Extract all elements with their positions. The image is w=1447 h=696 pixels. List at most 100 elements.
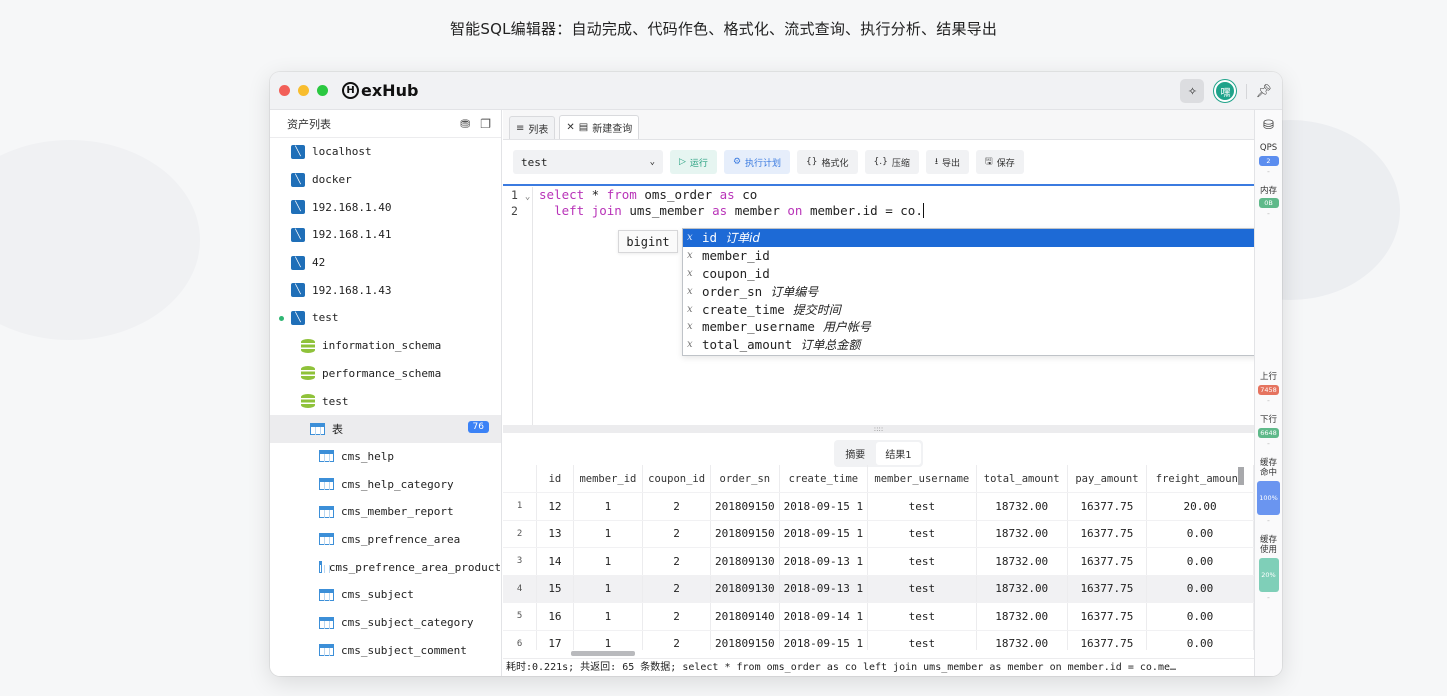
table-cell[interactable]: 2018-09-13 1: [779, 547, 869, 576]
sql-editor[interactable]: 1 ⌄ 2 select * from oms_order as co left…: [503, 187, 1276, 427]
column-header[interactable]: order_sn: [710, 465, 780, 493]
table-cell[interactable]: 16377.75: [1067, 575, 1148, 603]
table-row[interactable]: 2 13 1 2 201809150 2018-09-15 1 test 18732.00 16…: [503, 520, 1254, 548]
table-cell[interactable]: 16377.75: [1067, 520, 1148, 548]
tab-new-query[interactable]: ✕ ▤ 新建查询: [559, 115, 640, 139]
table-cell[interactable]: 18732.00: [976, 520, 1068, 548]
table-cell[interactable]: test: [867, 547, 977, 576]
table-cell[interactable]: 17: [536, 630, 574, 650]
table-cell[interactable]: 1: [573, 547, 644, 576]
table-cell[interactable]: 20.00: [1146, 492, 1254, 521]
table-item[interactable]: cms_help: [270, 443, 501, 471]
add-database-icon[interactable]: ⛃: [460, 117, 470, 131]
code-area[interactable]: select * from oms_order as co left join …: [539, 187, 924, 219]
table-item[interactable]: cms_prefrence_area_product: [270, 553, 501, 581]
database-item[interactable]: test: [270, 387, 501, 415]
table-cell[interactable]: 16377.75: [1067, 492, 1148, 521]
close-window-button[interactable]: [279, 85, 290, 96]
table-cell[interactable]: 18732.00: [976, 492, 1068, 521]
table-item[interactable]: cms_subject: [270, 581, 501, 609]
column-header[interactable]: coupon_id: [642, 465, 711, 493]
column-header[interactable]: member_username: [867, 465, 977, 493]
table-cell[interactable]: 16377.75: [1067, 630, 1148, 650]
autocomplete-item[interactable]: x member_username 用户帐号: [683, 318, 1275, 336]
connection-item[interactable]: ╲ 42: [270, 249, 501, 277]
table-cell[interactable]: 2: [642, 602, 711, 631]
table-cell[interactable]: 2: [642, 520, 711, 548]
table-cell[interactable]: 2018-09-15 1: [779, 630, 869, 650]
table-cell[interactable]: 16377.75: [1067, 602, 1148, 631]
database-item[interactable]: performance_schema: [270, 360, 501, 388]
table-cell[interactable]: test: [867, 520, 977, 548]
table-item[interactable]: cms_help_category: [270, 470, 501, 498]
connection-item[interactable]: ╲ 192.168.1.40: [270, 193, 501, 221]
table-cell[interactable]: 2018-09-15 1: [779, 492, 869, 521]
fold-icon[interactable]: ⌄: [525, 192, 530, 202]
format-button[interactable]: {} 格式化: [797, 150, 858, 174]
table-cell[interactable]: 1: [573, 575, 644, 603]
close-tab-icon[interactable]: ✕: [566, 122, 574, 133]
autocomplete-item[interactable]: x member_id: [683, 247, 1275, 265]
connection-item[interactable]: ╲ docker: [270, 166, 501, 194]
table-cell[interactable]: 14: [536, 547, 574, 576]
tab-summary[interactable]: 摘要: [836, 442, 874, 465]
table-cell[interactable]: 201809140: [710, 602, 780, 631]
connection-item[interactable]: ╲ localhost: [270, 138, 501, 166]
table-cell[interactable]: 2: [642, 630, 711, 650]
table-cell[interactable]: 18732.00: [976, 547, 1068, 576]
autocomplete-item[interactable]: x create_time 提交时间: [683, 300, 1275, 318]
tab-result-1[interactable]: 结果1: [876, 442, 921, 465]
table-item[interactable]: cms_subject_category: [270, 609, 501, 637]
table-item[interactable]: cms_prefrence_area: [270, 526, 501, 554]
table-cell[interactable]: 16377.75: [1067, 547, 1148, 576]
table-cell[interactable]: 1: [573, 520, 644, 548]
table-cell[interactable]: test: [867, 630, 977, 650]
connection-item[interactable]: ╲ 192.168.1.41: [270, 221, 501, 249]
table-cell[interactable]: 15: [536, 575, 574, 603]
table-item[interactable]: cms_subject_comment: [270, 636, 501, 664]
table-cell[interactable]: 1: [573, 602, 644, 631]
table-cell[interactable]: 18732.00: [976, 630, 1068, 650]
table-cell[interactable]: 2018-09-15 1: [779, 520, 869, 548]
minimize-window-button[interactable]: [298, 85, 309, 96]
table-cell[interactable]: 2018-09-13 1: [779, 575, 869, 603]
scrollbar[interactable]: [571, 651, 635, 656]
table-group-item[interactable]: 表 76: [270, 414, 501, 443]
autocomplete-item[interactable]: x coupon_id: [683, 265, 1275, 283]
autocomplete-item[interactable]: x order_sn 订单编号: [683, 282, 1275, 300]
table-cell[interactable]: 18732.00: [976, 602, 1068, 631]
table-row[interactable]: 5 16 1 2 201809140 2018-09-14 1 test 18732.00 16…: [503, 602, 1254, 631]
database-item[interactable]: information_schema: [270, 332, 501, 360]
database-icon[interactable]: ⛁: [1263, 118, 1274, 133]
table-cell[interactable]: 0.00: [1146, 575, 1254, 603]
scrollbar[interactable]: [1238, 467, 1244, 485]
database-select[interactable]: test ⌄: [513, 150, 663, 174]
table-item[interactable]: cms_member_report: [270, 498, 501, 526]
table-cell[interactable]: 1: [573, 630, 644, 650]
table-cell[interactable]: 12: [536, 492, 574, 521]
table-row[interactable]: 1 12 1 2 201809150 2018-09-15 1 test 18732.00 16…: [503, 492, 1254, 521]
connection-item[interactable]: ╲ 192.168.1.43: [270, 276, 501, 304]
table-cell[interactable]: 201809130: [710, 575, 780, 603]
add-folder-icon[interactable]: ❐: [480, 117, 491, 131]
table-cell[interactable]: 2: [642, 492, 711, 521]
column-header[interactable]: create_time: [779, 465, 869, 493]
table-cell[interactable]: test: [867, 492, 977, 521]
table-cell[interactable]: 0.00: [1146, 547, 1254, 576]
table-cell[interactable]: 16: [536, 602, 574, 631]
column-header[interactable]: member_id: [573, 465, 644, 493]
export-button[interactable]: ⭳ 导出: [925, 150, 970, 174]
column-header[interactable]: pay_amount: [1067, 465, 1148, 493]
table-cell[interactable]: 13: [536, 520, 574, 548]
maximize-window-button[interactable]: [317, 85, 328, 96]
connection-item[interactable]: ╲ test: [270, 304, 501, 332]
autocomplete-item[interactable]: xpay_amount应付金额（实际支付金额）: [683, 354, 1275, 356]
tab-list[interactable]: ≡ 列表: [509, 116, 556, 139]
pin-icon[interactable]: 📌︎: [1246, 83, 1272, 99]
table-cell[interactable]: 2: [642, 575, 711, 603]
explain-plan-button[interactable]: ⚙ 执行计划: [723, 150, 791, 174]
table-cell[interactable]: 18732.00: [976, 575, 1068, 603]
wand-icon[interactable]: ✧: [1180, 79, 1205, 103]
table-cell[interactable]: 2018-09-14 1: [779, 602, 869, 631]
table-cell[interactable]: 201809150: [710, 630, 780, 650]
